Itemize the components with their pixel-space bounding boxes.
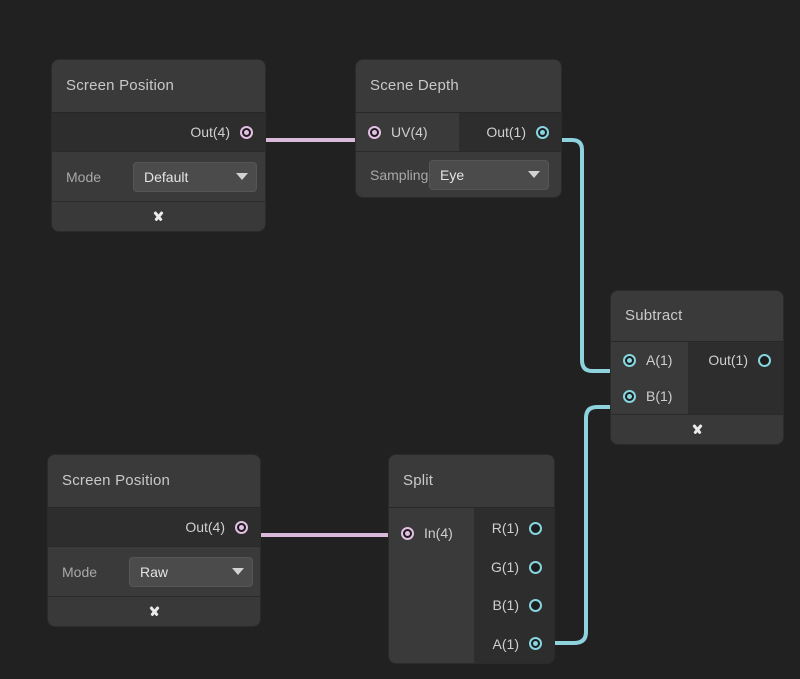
chevron-down-icon [147, 607, 162, 616]
chevron-down-icon [690, 425, 705, 434]
chevron-down-icon [236, 173, 248, 180]
port-label: A(1) [492, 635, 519, 652]
chevron-down-icon [151, 212, 166, 221]
output-port-b1[interactable] [529, 598, 542, 612]
port-row-out[interactable]: Out(4) [48, 508, 260, 546]
port-row-in[interactable]: UV(4) [356, 113, 459, 151]
mode-dropdown-value: Raw [140, 563, 169, 580]
sampling-dropdown-value: Eye [440, 166, 465, 183]
collapse-footer[interactable] [611, 414, 783, 444]
input-port-in4[interactable] [401, 526, 414, 540]
node-ports: In(4) R(1) G(1) B(1) A(1) [389, 507, 554, 663]
port-label: B(1) [646, 388, 673, 404]
node-title: Split [389, 455, 554, 507]
port-label: A(1) [646, 352, 673, 368]
output-port-a1[interactable] [529, 637, 542, 650]
mode-label: Mode [62, 563, 98, 580]
port-label: Out(1) [486, 124, 526, 140]
input-port-column: UV(4) [356, 113, 459, 151]
output-port-column: Out(1) [459, 113, 561, 151]
port-label: G(1) [491, 559, 519, 575]
sampling-dropdown[interactable]: Eye [430, 160, 548, 189]
node-subtract[interactable]: Subtract A(1) B(1) Out(1) [611, 291, 783, 444]
port-row-in[interactable]: A(1) [611, 342, 688, 378]
port-row-out[interactable]: R(1) [474, 508, 554, 548]
node-screen-position-2[interactable]: Screen Position Out(4) Mode Raw [48, 455, 260, 626]
mode-control-row: Mode Raw [48, 546, 260, 596]
input-column-spacer [389, 558, 474, 663]
port-label: Out(4) [190, 124, 230, 140]
chevron-down-icon [232, 568, 244, 575]
output-port-column: R(1) G(1) B(1) A(1) [474, 508, 554, 663]
node-title: Screen Position [48, 455, 260, 507]
mode-dropdown[interactable]: Raw [130, 557, 252, 586]
collapse-footer[interactable] [48, 596, 260, 626]
chevron-down-icon [528, 171, 540, 178]
input-port-column: In(4) [389, 508, 474, 663]
output-port-g1[interactable] [529, 560, 542, 574]
output-port-r1[interactable] [529, 521, 542, 535]
node-scene-depth[interactable]: Scene Depth UV(4) Out(1) Sampling Eye [356, 60, 561, 197]
node-title: Screen Position [52, 60, 265, 112]
port-label: UV(4) [391, 124, 428, 140]
port-row-out[interactable]: Out(4) [52, 113, 265, 151]
port-label: Out(4) [185, 519, 225, 535]
output-port-column: Out(1) [688, 342, 783, 414]
port-row-out[interactable]: B(1) [474, 586, 554, 624]
output-port-out4[interactable] [235, 520, 248, 534]
input-port-column: A(1) B(1) [611, 342, 688, 414]
node-screen-position-1[interactable]: Screen Position Out(4) Mode Default [52, 60, 265, 231]
output-port-out1[interactable] [758, 353, 771, 367]
output-port-column: Out(4) [48, 508, 260, 546]
port-row-out[interactable]: G(1) [474, 548, 554, 586]
port-row-out[interactable]: A(1) [474, 624, 554, 663]
node-ports: Out(4) [48, 507, 260, 546]
node-ports: UV(4) Out(1) [356, 112, 561, 151]
output-port-out4[interactable] [240, 125, 253, 139]
input-port-b1[interactable] [623, 389, 636, 403]
shader-graph-canvas[interactable]: Screen Position Out(4) Mode Default Scen… [0, 0, 800, 679]
node-split[interactable]: Split In(4) R(1) G(1) B(1) A(1) [389, 455, 554, 663]
port-label: R(1) [491, 520, 519, 536]
sampling-control-row: Sampling Eye [356, 151, 561, 197]
port-label: Out(1) [708, 352, 748, 368]
port-label: In(4) [424, 525, 453, 541]
output-port-out1[interactable] [536, 125, 549, 139]
sampling-label: Sampling [370, 166, 429, 183]
output-column-spacer [688, 378, 783, 414]
port-label: B(1) [492, 597, 519, 613]
node-title: Scene Depth [356, 60, 561, 112]
output-port-column: Out(4) [52, 113, 265, 151]
input-port-a1[interactable] [623, 353, 636, 367]
node-title: Subtract [611, 291, 783, 341]
mode-control-row: Mode Default [52, 151, 265, 201]
node-ports: Out(4) [52, 112, 265, 151]
node-ports: A(1) B(1) Out(1) [611, 341, 783, 414]
input-port-uv4[interactable] [368, 125, 381, 139]
collapse-footer[interactable] [52, 201, 265, 231]
port-row-in[interactable]: In(4) [389, 508, 474, 558]
mode-dropdown-value: Default [144, 168, 189, 185]
port-row-out[interactable]: Out(1) [459, 113, 561, 151]
mode-dropdown[interactable]: Default [134, 162, 256, 191]
port-row-in[interactable]: B(1) [611, 378, 688, 414]
mode-label: Mode [66, 168, 102, 185]
port-row-out[interactable]: Out(1) [688, 342, 783, 378]
